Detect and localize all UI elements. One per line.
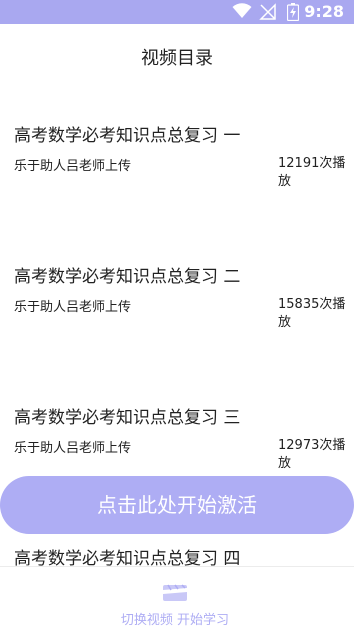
battery-charging-icon <box>287 3 299 21</box>
video-uploader: 乐于助人吕老师上传 <box>14 300 132 315</box>
bottom-bar: 切换视频 开始学习 <box>0 566 354 634</box>
status-time: 9:28 <box>304 2 344 21</box>
activate-button[interactable]: 点击此处开始激活 <box>0 476 354 534</box>
video-title: 高考数学必考知识点总复习 一 <box>14 126 241 146</box>
tab-switch-video[interactable]: 切换视频 开始学习 <box>100 567 250 634</box>
video-item[interactable]: 高考数学必考知识点总复习 二 乐于助人吕老师上传 15835次播放 <box>0 262 354 352</box>
video-play-count: 12973次播放 <box>278 438 346 471</box>
video-play-count: 12191次播放 <box>278 156 346 189</box>
wifi-icon <box>232 3 252 18</box>
video-title: 高考数学必考知识点总复习 三 <box>14 408 241 428</box>
page-title: 视频目录 <box>141 48 213 69</box>
tab-label: 切换视频 开始学习 <box>120 613 230 628</box>
video-item[interactable]: 高考数学必考知识点总复习 一 乐于助人吕老师上传 12191次播放 <box>0 121 354 211</box>
status-bar: 9:28 <box>0 0 354 24</box>
video-title: 高考数学必考知识点总复习 二 <box>14 267 241 287</box>
video-play-count: 15835次播放 <box>278 297 346 330</box>
video-clip-icon <box>163 584 187 601</box>
video-uploader: 乐于助人吕老师上传 <box>14 159 132 174</box>
video-uploader: 乐于助人吕老师上传 <box>14 441 132 456</box>
no-signal-icon <box>259 3 276 20</box>
